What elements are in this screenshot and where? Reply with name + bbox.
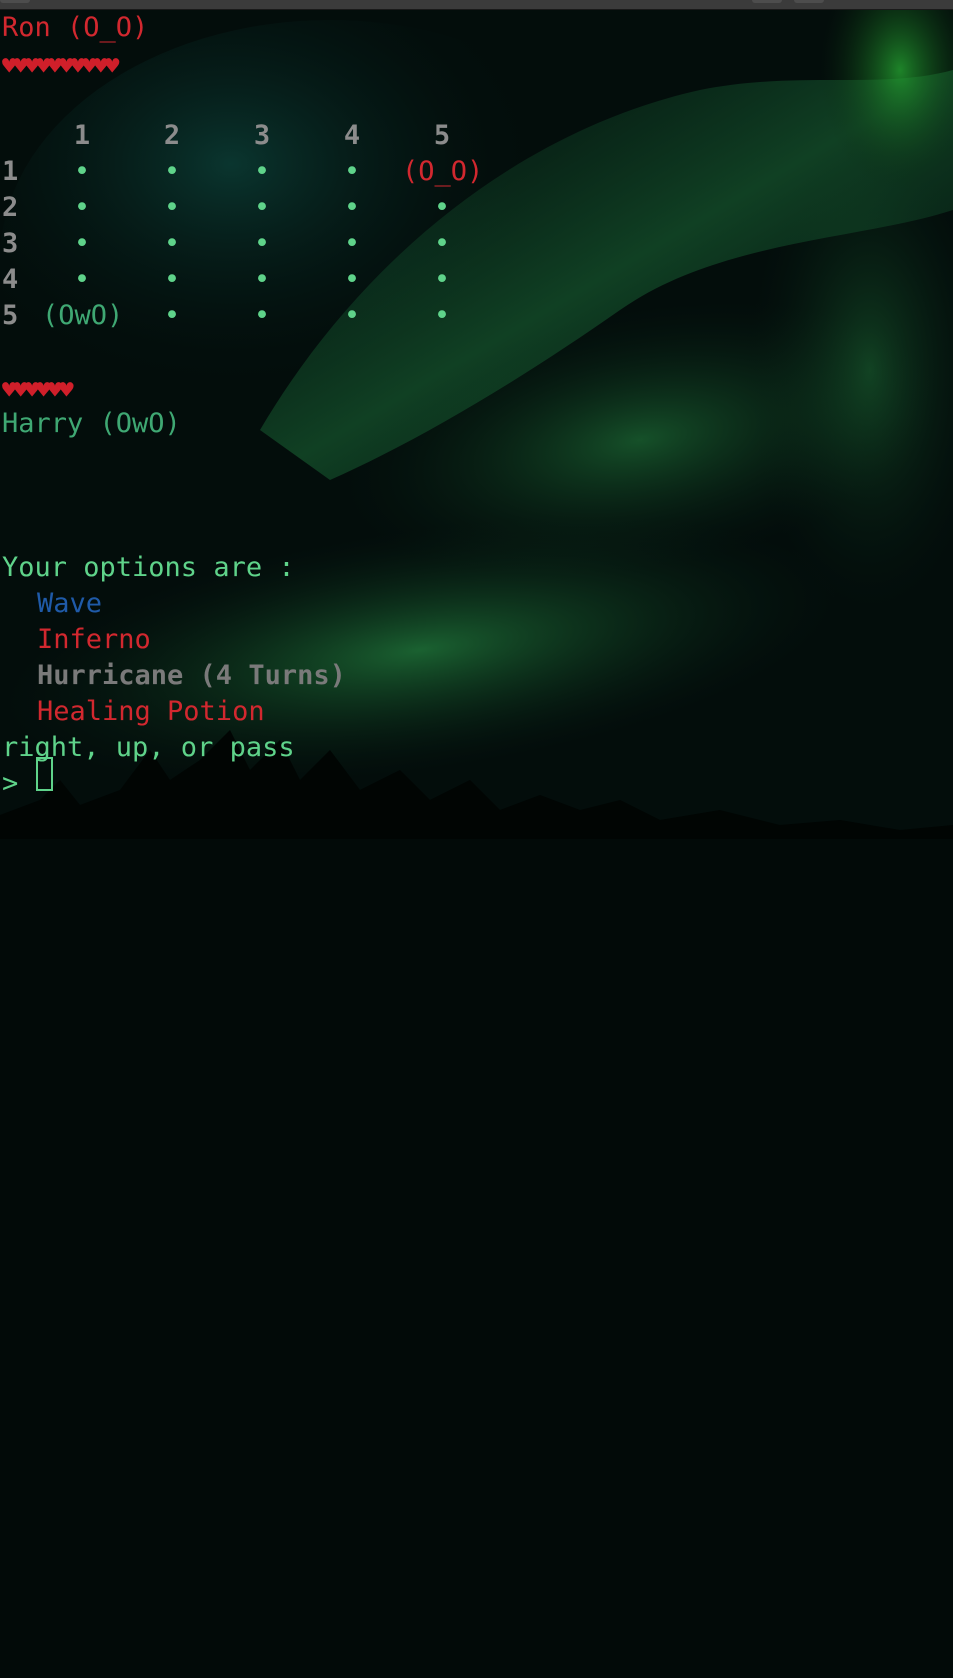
- board-cell: •: [73, 264, 91, 295]
- enemy-token: (O_O): [402, 156, 484, 187]
- board-cell: •: [433, 228, 451, 259]
- board-cell: •: [253, 264, 271, 295]
- board-cell: •: [73, 156, 91, 187]
- row-header: 4: [2, 264, 19, 295]
- options-header: Your options are :: [2, 552, 295, 583]
- board-cell: •: [253, 300, 271, 331]
- option-wave: Wave: [37, 588, 103, 619]
- terminal-output: Ron (O_O) ♥♥♥♥♥♥♥♥♥♥ 1 2 3 4 5 1 • • • •…: [0, 10, 953, 839]
- row-header: 3: [2, 228, 19, 259]
- board-cell: •: [433, 300, 451, 331]
- board-cell: •: [253, 156, 271, 187]
- row-header: 5: [2, 300, 19, 331]
- board-cell: •: [433, 264, 451, 295]
- board-cell: •: [343, 264, 361, 295]
- option-inferno: Inferno: [37, 624, 151, 655]
- enemy-health-hearts: ♥♥♥♥♥♥♥♥♥♥: [2, 52, 119, 80]
- board-cell: •: [343, 192, 361, 223]
- board-cell: •: [73, 228, 91, 259]
- board-cell: •: [73, 192, 91, 223]
- board-cell: •: [433, 192, 451, 223]
- player-health-hearts: ♥♥♥♥♥♥: [2, 376, 74, 404]
- column-header: 2: [163, 120, 181, 151]
- board-cell: •: [343, 300, 361, 331]
- board-cell: •: [163, 156, 181, 187]
- board-cell: •: [343, 156, 361, 187]
- column-header: 3: [253, 120, 271, 151]
- player-name: Harry (OwO): [2, 408, 181, 439]
- board-cell: •: [163, 264, 181, 295]
- column-header: 5: [433, 120, 451, 151]
- window-titlebar: [0, 0, 953, 10]
- option-hurricane: Hurricane (4 Turns): [37, 660, 346, 691]
- player-token: (OwO): [42, 300, 124, 331]
- window-control[interactable]: [0, 0, 30, 3]
- option-healing-potion: Healing Potion: [37, 696, 265, 727]
- enemy-name: Ron (O_O): [2, 12, 149, 43]
- board-cell: •: [163, 300, 181, 331]
- board-cell: •: [163, 192, 181, 223]
- row-header: 2: [2, 192, 19, 223]
- column-header: 4: [343, 120, 361, 151]
- board-cell: •: [163, 228, 181, 259]
- column-header: 1: [73, 120, 91, 151]
- window-control[interactable]: [794, 0, 824, 3]
- board-cell: •: [253, 192, 271, 223]
- row-header: 1: [2, 156, 19, 187]
- window-control[interactable]: [752, 0, 782, 3]
- prompt-symbol: >: [2, 768, 19, 799]
- board-cell: •: [343, 228, 361, 259]
- input-cursor[interactable]: [36, 757, 53, 791]
- board-cell: •: [253, 228, 271, 259]
